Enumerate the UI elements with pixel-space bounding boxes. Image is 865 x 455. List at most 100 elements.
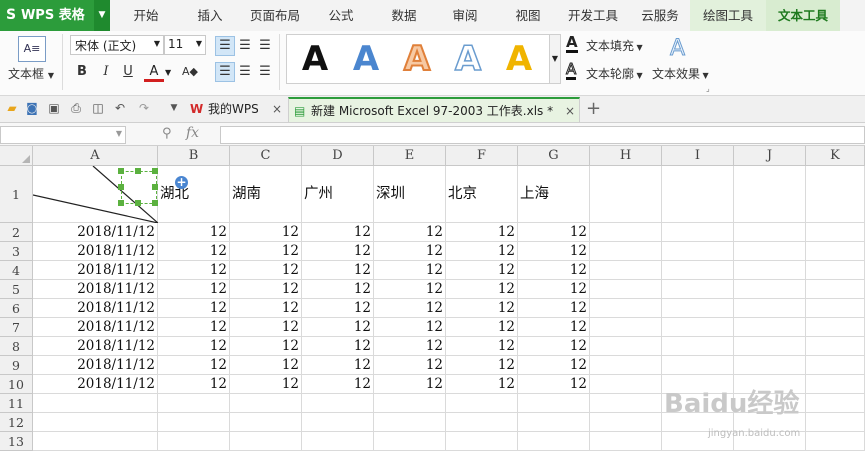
column-header-f[interactable]: F — [446, 146, 518, 166]
row-header-6[interactable]: 6 — [0, 299, 33, 318]
align-right-icon[interactable]: ☰ — [255, 62, 275, 82]
cell-h7[interactable] — [590, 318, 662, 337]
cell-g13[interactable] — [518, 432, 590, 451]
cell-d5[interactable]: 12 — [302, 280, 374, 299]
align-middle-icon[interactable]: ☰ — [235, 36, 255, 56]
column-header-e[interactable]: E — [374, 146, 446, 166]
cell-h10[interactable] — [590, 375, 662, 394]
font-name-select[interactable]: 宋体 (正文) ▼ — [70, 35, 164, 55]
cell-c2[interactable]: 12 — [230, 223, 302, 242]
new-tab-icon[interactable]: + — [586, 98, 601, 120]
row-header-10[interactable]: 10 — [0, 375, 33, 394]
cell-g10[interactable]: 12 — [518, 375, 590, 394]
cell-e6[interactable]: 12 — [374, 299, 446, 318]
cell-e8[interactable]: 12 — [374, 337, 446, 356]
zoom-search-icon[interactable]: ⚲ — [162, 126, 172, 141]
text-style-blue-outline[interactable]: A — [445, 35, 491, 83]
cell-i6[interactable] — [662, 299, 734, 318]
close-icon[interactable]: × — [565, 99, 575, 123]
cell-g8[interactable]: 12 — [518, 337, 590, 356]
cell-h5[interactable] — [590, 280, 662, 299]
cell-j9[interactable] — [734, 356, 806, 375]
resize-handle[interactable] — [152, 200, 158, 206]
cell-i8[interactable] — [662, 337, 734, 356]
tab-cloud-service[interactable]: 云服务 — [630, 0, 690, 31]
resize-handle[interactable] — [135, 200, 141, 206]
cell-f9[interactable]: 12 — [446, 356, 518, 375]
cell-i4[interactable] — [662, 261, 734, 280]
cell-k2[interactable] — [806, 223, 865, 242]
cell-a2[interactable]: 2018/11/12 — [33, 223, 158, 242]
column-header-k[interactable]: K — [806, 146, 865, 166]
textbox-icon[interactable]: A≡ — [18, 36, 46, 62]
cell-e12[interactable] — [374, 413, 446, 432]
cell-g6[interactable]: 12 — [518, 299, 590, 318]
cell-h4[interactable] — [590, 261, 662, 280]
text-outline-button[interactable]: 文本轮廓 ▼ — [586, 65, 643, 82]
open-folder-icon[interactable]: ▰ — [4, 100, 20, 116]
font-color-icon[interactable]: A — [144, 62, 164, 82]
resize-handle[interactable] — [118, 168, 124, 174]
cell-b6[interactable]: 12 — [158, 299, 230, 318]
cell-f7[interactable]: 12 — [446, 318, 518, 337]
align-top-icon[interactable]: ☰ — [215, 36, 235, 56]
resize-handle[interactable] — [135, 168, 141, 174]
cell-d7[interactable]: 12 — [302, 318, 374, 337]
cell-j2[interactable] — [734, 223, 806, 242]
print-preview-icon[interactable]: ◫ — [90, 100, 106, 116]
cell-g9[interactable]: 12 — [518, 356, 590, 375]
row-header-11[interactable]: 11 — [0, 394, 33, 413]
cell-k7[interactable] — [806, 318, 865, 337]
cell-f12[interactable] — [446, 413, 518, 432]
cell-k9[interactable] — [806, 356, 865, 375]
cell-k5[interactable] — [806, 280, 865, 299]
cell-b1[interactable]: 湖北 — [158, 166, 230, 223]
redo-icon[interactable]: ↷ — [136, 100, 152, 116]
cell-g12[interactable] — [518, 413, 590, 432]
cell-a3[interactable]: 2018/11/12 — [33, 242, 158, 261]
cell-g4[interactable]: 12 — [518, 261, 590, 280]
cell-d9[interactable]: 12 — [302, 356, 374, 375]
cell-g11[interactable] — [518, 394, 590, 413]
text-style-blue[interactable]: A — [343, 35, 389, 83]
cell-j4[interactable] — [734, 261, 806, 280]
export-pdf-icon[interactable]: ▣ — [46, 100, 62, 116]
cell-e7[interactable]: 12 — [374, 318, 446, 337]
cell-b2[interactable]: 12 — [158, 223, 230, 242]
cell-i2[interactable] — [662, 223, 734, 242]
cell-b5[interactable]: 12 — [158, 280, 230, 299]
style-gallery-expand-icon[interactable]: ▼ — [549, 34, 561, 84]
textbox-button[interactable]: 文本框 ▼ — [8, 65, 54, 82]
cell-d4[interactable]: 12 — [302, 261, 374, 280]
undo-icon[interactable]: ↶ — [112, 100, 128, 116]
cell-h11[interactable] — [590, 394, 662, 413]
print-icon[interactable]: ⎙ — [68, 100, 84, 116]
cell-a4[interactable]: 2018/11/12 — [33, 261, 158, 280]
cell-a11[interactable] — [33, 394, 158, 413]
cell-k8[interactable] — [806, 337, 865, 356]
text-effect-icon[interactable]: A — [669, 36, 685, 62]
cell-h8[interactable] — [590, 337, 662, 356]
cell-g7[interactable]: 12 — [518, 318, 590, 337]
cell-c5[interactable]: 12 — [230, 280, 302, 299]
cell-d2[interactable]: 12 — [302, 223, 374, 242]
cell-f13[interactable] — [446, 432, 518, 451]
cell-h9[interactable] — [590, 356, 662, 375]
column-header-g[interactable]: G — [518, 146, 590, 166]
chevron-down-icon[interactable]: ▼ — [165, 68, 171, 77]
text-effect-button[interactable]: 文本效果 ▼ — [652, 65, 709, 82]
save-icon[interactable]: ◙ — [24, 100, 40, 116]
cell-f3[interactable]: 12 — [446, 242, 518, 261]
tab-page-layout[interactable]: 页面布局 — [244, 0, 306, 31]
tab-workbook[interactable]: ▤ 新建 Microsoft Excel 97-2003 工作表.xls * × — [288, 97, 580, 122]
cell-b11[interactable] — [158, 394, 230, 413]
cell-b3[interactable]: 12 — [158, 242, 230, 261]
cell-b10[interactable]: 12 — [158, 375, 230, 394]
text-style-gold[interactable]: A — [496, 35, 542, 83]
app-menu-dropdown-icon[interactable]: ▼ — [94, 0, 110, 31]
tab-text-tools[interactable]: 文本工具 — [766, 0, 840, 31]
cell-c3[interactable]: 12 — [230, 242, 302, 261]
tab-drawing-tools[interactable]: 绘图工具 — [690, 0, 766, 31]
row-header-3[interactable]: 3 — [0, 242, 33, 261]
cell-c6[interactable]: 12 — [230, 299, 302, 318]
